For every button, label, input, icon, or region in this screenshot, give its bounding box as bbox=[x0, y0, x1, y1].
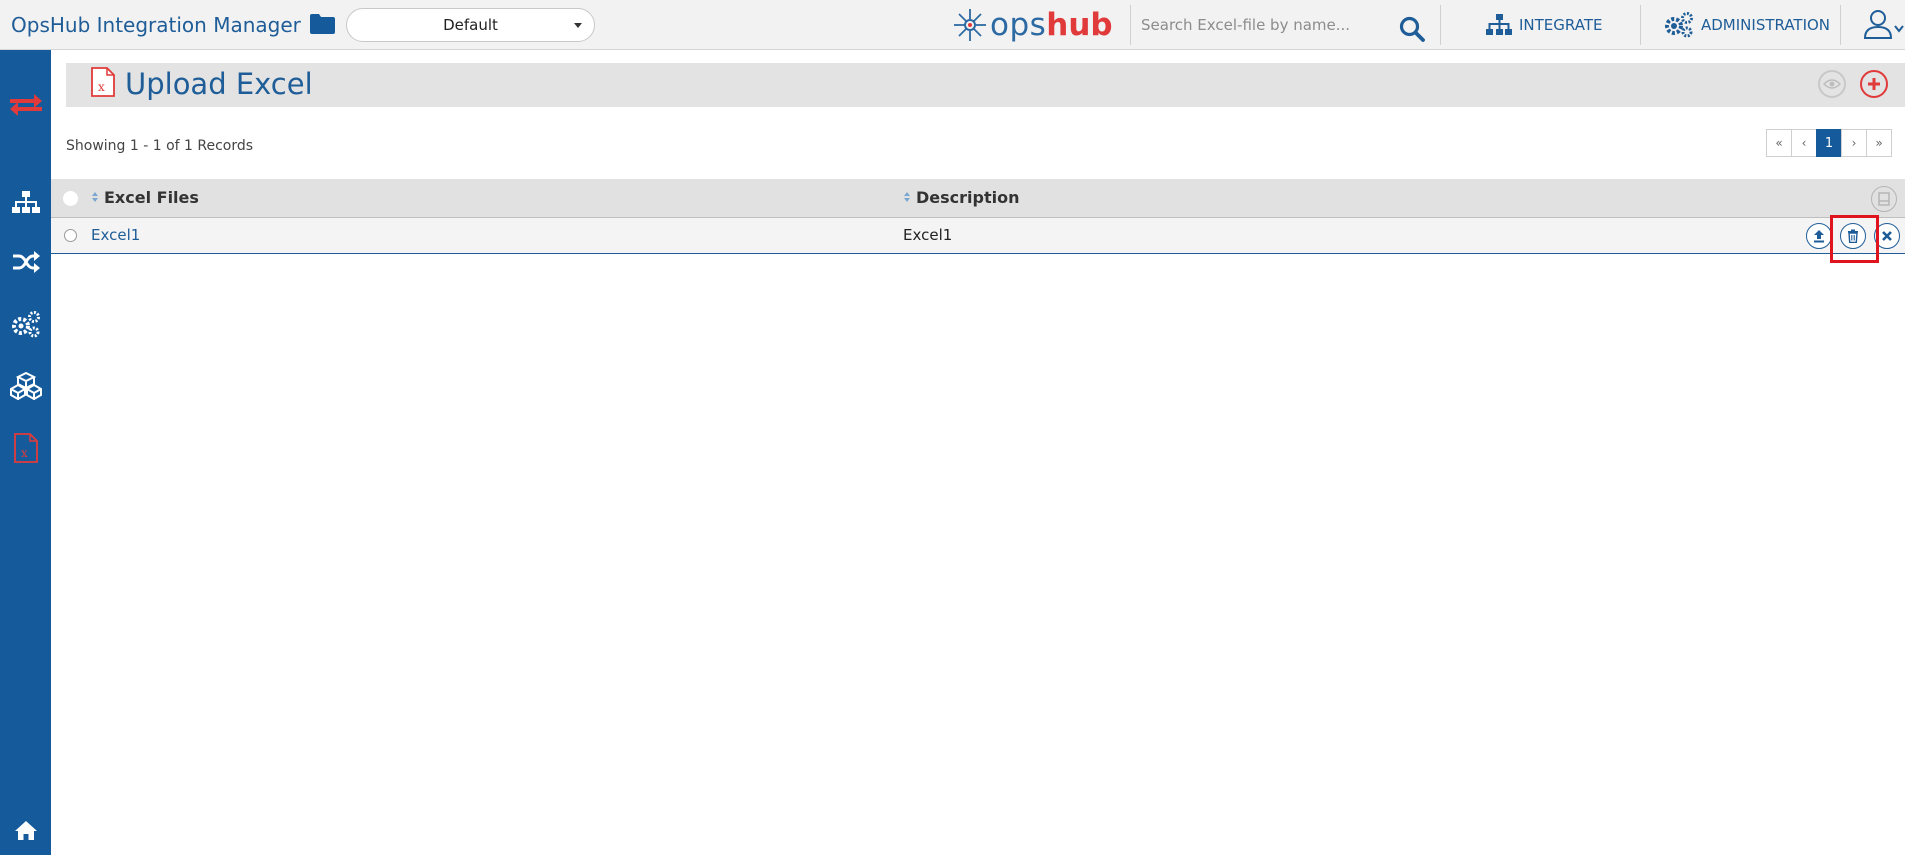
home-icon bbox=[14, 821, 37, 840]
plus-icon bbox=[1868, 78, 1880, 90]
column-description-label: Description bbox=[916, 188, 1020, 207]
page-last-button[interactable]: » bbox=[1866, 129, 1892, 157]
gears-icon bbox=[1665, 12, 1693, 38]
sidebar-item-settings[interactable] bbox=[0, 304, 51, 344]
page-first-button[interactable]: « bbox=[1766, 129, 1792, 157]
column-excel-files-label: Excel Files bbox=[104, 188, 199, 207]
table-row[interactable]: Excel1 Excel1 bbox=[51, 218, 1905, 254]
excel-file-name-link[interactable]: Excel1 bbox=[91, 226, 140, 244]
pagination: « ‹ 1 › » bbox=[1766, 129, 1892, 157]
sitemap-icon bbox=[1486, 14, 1512, 35]
upload-icon bbox=[1814, 230, 1824, 243]
svg-text:x: x bbox=[21, 446, 28, 460]
search-icon[interactable] bbox=[1398, 15, 1426, 43]
close-icon bbox=[1882, 231, 1892, 241]
user-icon[interactable] bbox=[1860, 6, 1905, 44]
top-bar: OpsHub Integration Manager Default ops hu… bbox=[0, 0, 1905, 50]
sidebar-item-entities[interactable] bbox=[0, 366, 51, 406]
column-excel-files[interactable]: Excel Files bbox=[92, 188, 199, 207]
opshub-logo: ops hub bbox=[952, 7, 1113, 43]
sort-icon bbox=[904, 191, 911, 204]
records-count: Showing 1 - 1 of 1 Records bbox=[66, 138, 254, 154]
integrate-label: INTEGRATE bbox=[1519, 16, 1603, 34]
project-select-value: Default bbox=[443, 16, 498, 34]
sidebar-item-mappings[interactable] bbox=[0, 242, 51, 282]
page-title: Upload Excel bbox=[125, 67, 313, 101]
divider bbox=[1640, 5, 1641, 45]
add-button[interactable] bbox=[1860, 70, 1888, 98]
search-input[interactable] bbox=[1141, 11, 1391, 39]
folder-icon[interactable] bbox=[309, 13, 336, 35]
excel-file-icon: x bbox=[91, 67, 115, 97]
sidebar-item-sync[interactable] bbox=[0, 85, 51, 125]
page-current-button[interactable]: 1 bbox=[1816, 129, 1842, 157]
page-prev-button[interactable]: ‹ bbox=[1791, 129, 1817, 157]
cubes-icon bbox=[9, 372, 42, 400]
excel-file-description: Excel1 bbox=[903, 226, 953, 244]
sitemap-icon bbox=[11, 191, 40, 213]
page-next-button[interactable]: › bbox=[1841, 129, 1867, 157]
view-button[interactable] bbox=[1818, 70, 1846, 98]
administration-button[interactable]: ADMINISTRATION bbox=[1664, 8, 1830, 42]
sidebar-item-integrations[interactable] bbox=[0, 182, 51, 222]
upload-button[interactable] bbox=[1806, 223, 1832, 249]
sidebar-item-upload-excel[interactable]: x bbox=[0, 428, 51, 468]
divider bbox=[1840, 5, 1841, 45]
administration-label: ADMINISTRATION bbox=[1701, 16, 1831, 34]
columns-icon bbox=[1878, 192, 1890, 206]
hub-logo-icon bbox=[954, 9, 986, 41]
integrate-button[interactable]: INTEGRATE bbox=[1486, 8, 1602, 42]
app-title: OpsHub Integration Manager bbox=[11, 13, 301, 37]
sync-icon bbox=[9, 94, 42, 116]
shuffle-icon bbox=[12, 251, 40, 273]
sort-icon bbox=[92, 191, 99, 204]
page-header: x Upload Excel bbox=[66, 63, 1905, 107]
eye-icon bbox=[1823, 79, 1841, 89]
row-select-radio[interactable] bbox=[64, 229, 77, 242]
gears-icon bbox=[11, 311, 40, 338]
project-select[interactable]: Default bbox=[346, 8, 595, 42]
divider bbox=[1130, 5, 1131, 45]
brand-text-ops: ops bbox=[990, 7, 1047, 43]
brand-text-hub: hub bbox=[1046, 7, 1113, 43]
select-all-radio[interactable] bbox=[63, 191, 78, 206]
chevron-down-icon bbox=[574, 23, 582, 28]
divider bbox=[1440, 5, 1441, 45]
svg-text:x: x bbox=[98, 80, 105, 94]
sidebar: x bbox=[0, 50, 51, 855]
sidebar-item-home[interactable] bbox=[0, 810, 51, 850]
column-description[interactable]: Description bbox=[904, 188, 1019, 207]
delete-button-highlight bbox=[1830, 215, 1879, 263]
column-settings-button[interactable] bbox=[1871, 186, 1897, 212]
table-header: Excel Files Description bbox=[51, 179, 1905, 218]
excel-file-icon: x bbox=[13, 433, 38, 463]
